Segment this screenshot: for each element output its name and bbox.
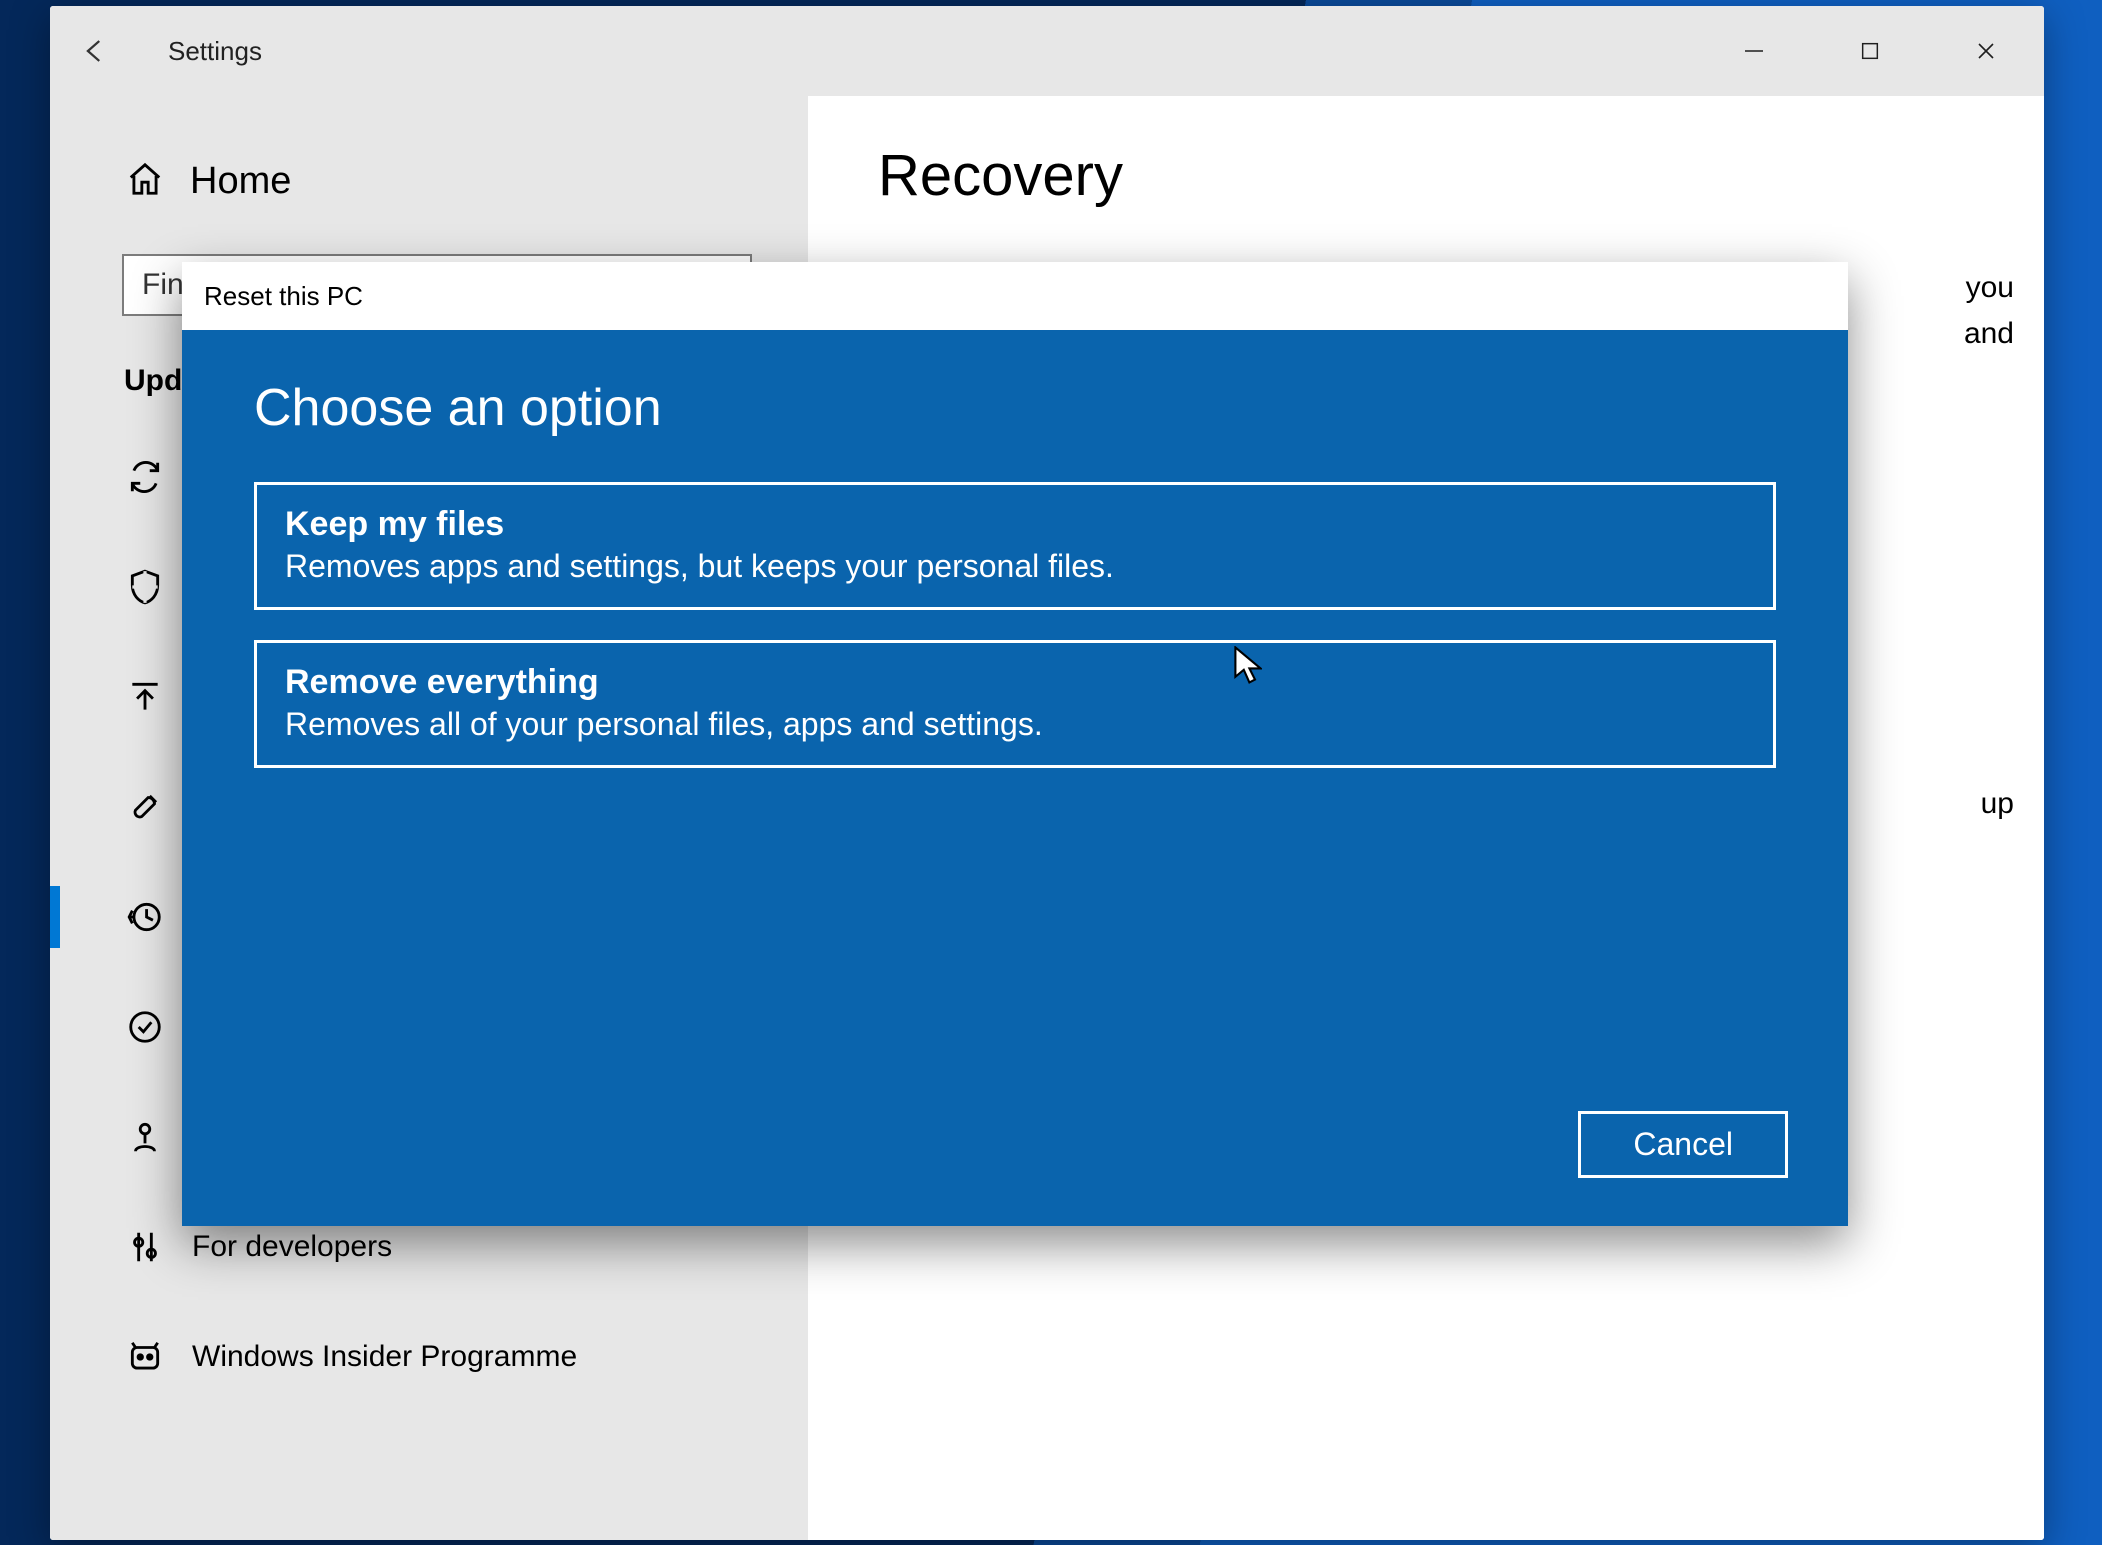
backup-icon: [126, 678, 164, 716]
check-circle-icon: [126, 1008, 164, 1046]
shield-icon: [126, 568, 164, 606]
option-title: Keep my files: [285, 505, 1745, 544]
window-controls: [1696, 6, 2044, 96]
dialog-body: Choose an option Keep my files Removes a…: [182, 330, 1848, 768]
wrench-icon: [126, 788, 164, 826]
insider-icon: [126, 1338, 164, 1376]
app-title: Settings: [168, 36, 262, 67]
maximize-button[interactable]: [1812, 6, 1928, 96]
nav-item-insider-programme[interactable]: Windows Insider Programme: [50, 1302, 808, 1412]
back-button[interactable]: [50, 6, 140, 96]
dialog-footer: Cancel: [1578, 1111, 1788, 1178]
sliders-icon: [126, 1228, 164, 1266]
close-button[interactable]: [1928, 6, 2044, 96]
minimize-button[interactable]: [1696, 6, 1812, 96]
cancel-button[interactable]: Cancel: [1578, 1111, 1788, 1178]
sync-icon: [126, 458, 164, 496]
page-heading: Recovery: [878, 142, 1974, 209]
dialog-heading: Choose an option: [254, 378, 1776, 438]
nav-label: For developers: [192, 1230, 392, 1264]
text-fragment: you: [1966, 266, 2014, 310]
text-fragment: up: [1981, 782, 2014, 826]
option-desc: Removes all of your personal files, apps…: [285, 706, 1745, 743]
history-icon: [126, 898, 164, 936]
text-fragment: and: [1964, 312, 2014, 356]
option-remove-everything[interactable]: Remove everything Removes all of your pe…: [254, 640, 1776, 768]
pin-person-icon: [126, 1118, 164, 1156]
option-title: Remove everything: [285, 663, 1745, 702]
option-desc: Removes apps and settings, but keeps you…: [285, 548, 1745, 585]
titlebar: Settings: [50, 6, 2044, 96]
option-keep-my-files[interactable]: Keep my files Removes apps and settings,…: [254, 482, 1776, 610]
home-nav-item[interactable]: Home: [50, 136, 808, 226]
dialog-title: Reset this PC: [182, 262, 1848, 330]
home-label: Home: [190, 160, 291, 203]
desktop: Settings Home: [0, 0, 2102, 1545]
nav-label: Windows Insider Programme: [192, 1340, 577, 1374]
reset-this-pc-dialog: Reset this PC Choose an option Keep my f…: [182, 262, 1848, 1226]
home-icon: [126, 160, 164, 203]
